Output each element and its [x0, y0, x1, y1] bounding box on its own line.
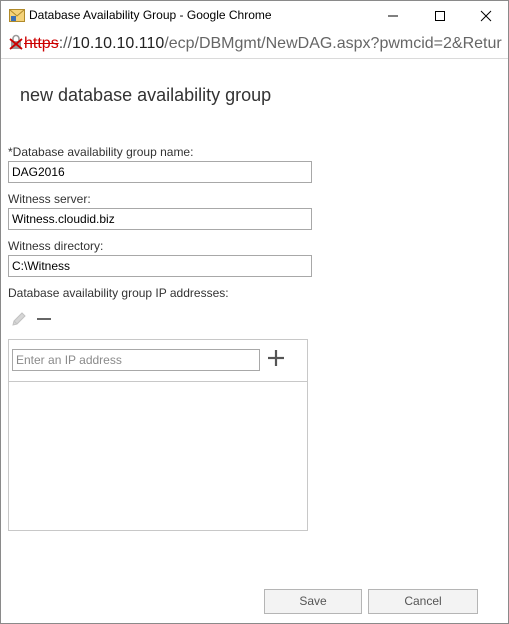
ip-address-list[interactable]: [9, 383, 307, 530]
ip-entry-row: Enter an IP address: [9, 340, 307, 382]
cancel-button[interactable]: Cancel: [368, 589, 478, 614]
not-secure-lock-icon[interactable]: [9, 34, 23, 50]
minimize-button[interactable]: [370, 1, 416, 31]
witness-server-field[interactable]: Witness.cloudid.biz: [8, 208, 312, 230]
pencil-icon[interactable]: [10, 310, 28, 328]
ip-address-input[interactable]: Enter an IP address: [12, 349, 260, 371]
window-title: Database Availability Group - Google Chr…: [29, 8, 272, 22]
page-title: new database availability group: [20, 85, 272, 105]
minus-icon[interactable]: [35, 310, 53, 328]
ip-address-panel: Enter an IP address: [8, 339, 308, 531]
url-path: /ecp/DBMgmt/NewDAG.aspx?pwmcid=2&Retur: [164, 35, 502, 52]
witness-directory-field[interactable]: C:\Witness: [8, 255, 312, 277]
browser-window: Database Availability Group - Google Chr…: [0, 0, 509, 624]
dag-name-label: *Database availability group name:: [8, 145, 194, 159]
save-button[interactable]: Save: [264, 589, 362, 614]
witness-server-label: Witness server:: [8, 192, 91, 206]
url-text[interactable]: https://10.10.10.110/ecp/DBMgmt/NewDAG.a…: [9, 34, 502, 53]
plus-icon[interactable]: [267, 349, 285, 367]
witness-directory-label: Witness directory:: [8, 239, 104, 253]
title-bar[interactable]: Database Availability Group - Google Chr…: [1, 1, 508, 31]
maximize-button[interactable]: [417, 1, 463, 31]
address-bar[interactable]: https://10.10.10.110/ecp/DBMgmt/NewDAG.a…: [1, 31, 508, 59]
url-separator: ://: [58, 35, 73, 52]
ip-addresses-label: Database availability group IP addresses…: [8, 286, 229, 300]
close-button[interactable]: [463, 1, 509, 31]
url-host: 10.10.10.110: [72, 35, 165, 52]
url-scheme: https: [24, 35, 59, 52]
exchange-window-icon: [9, 9, 25, 22]
dag-name-field[interactable]: DAG2016: [8, 161, 312, 183]
